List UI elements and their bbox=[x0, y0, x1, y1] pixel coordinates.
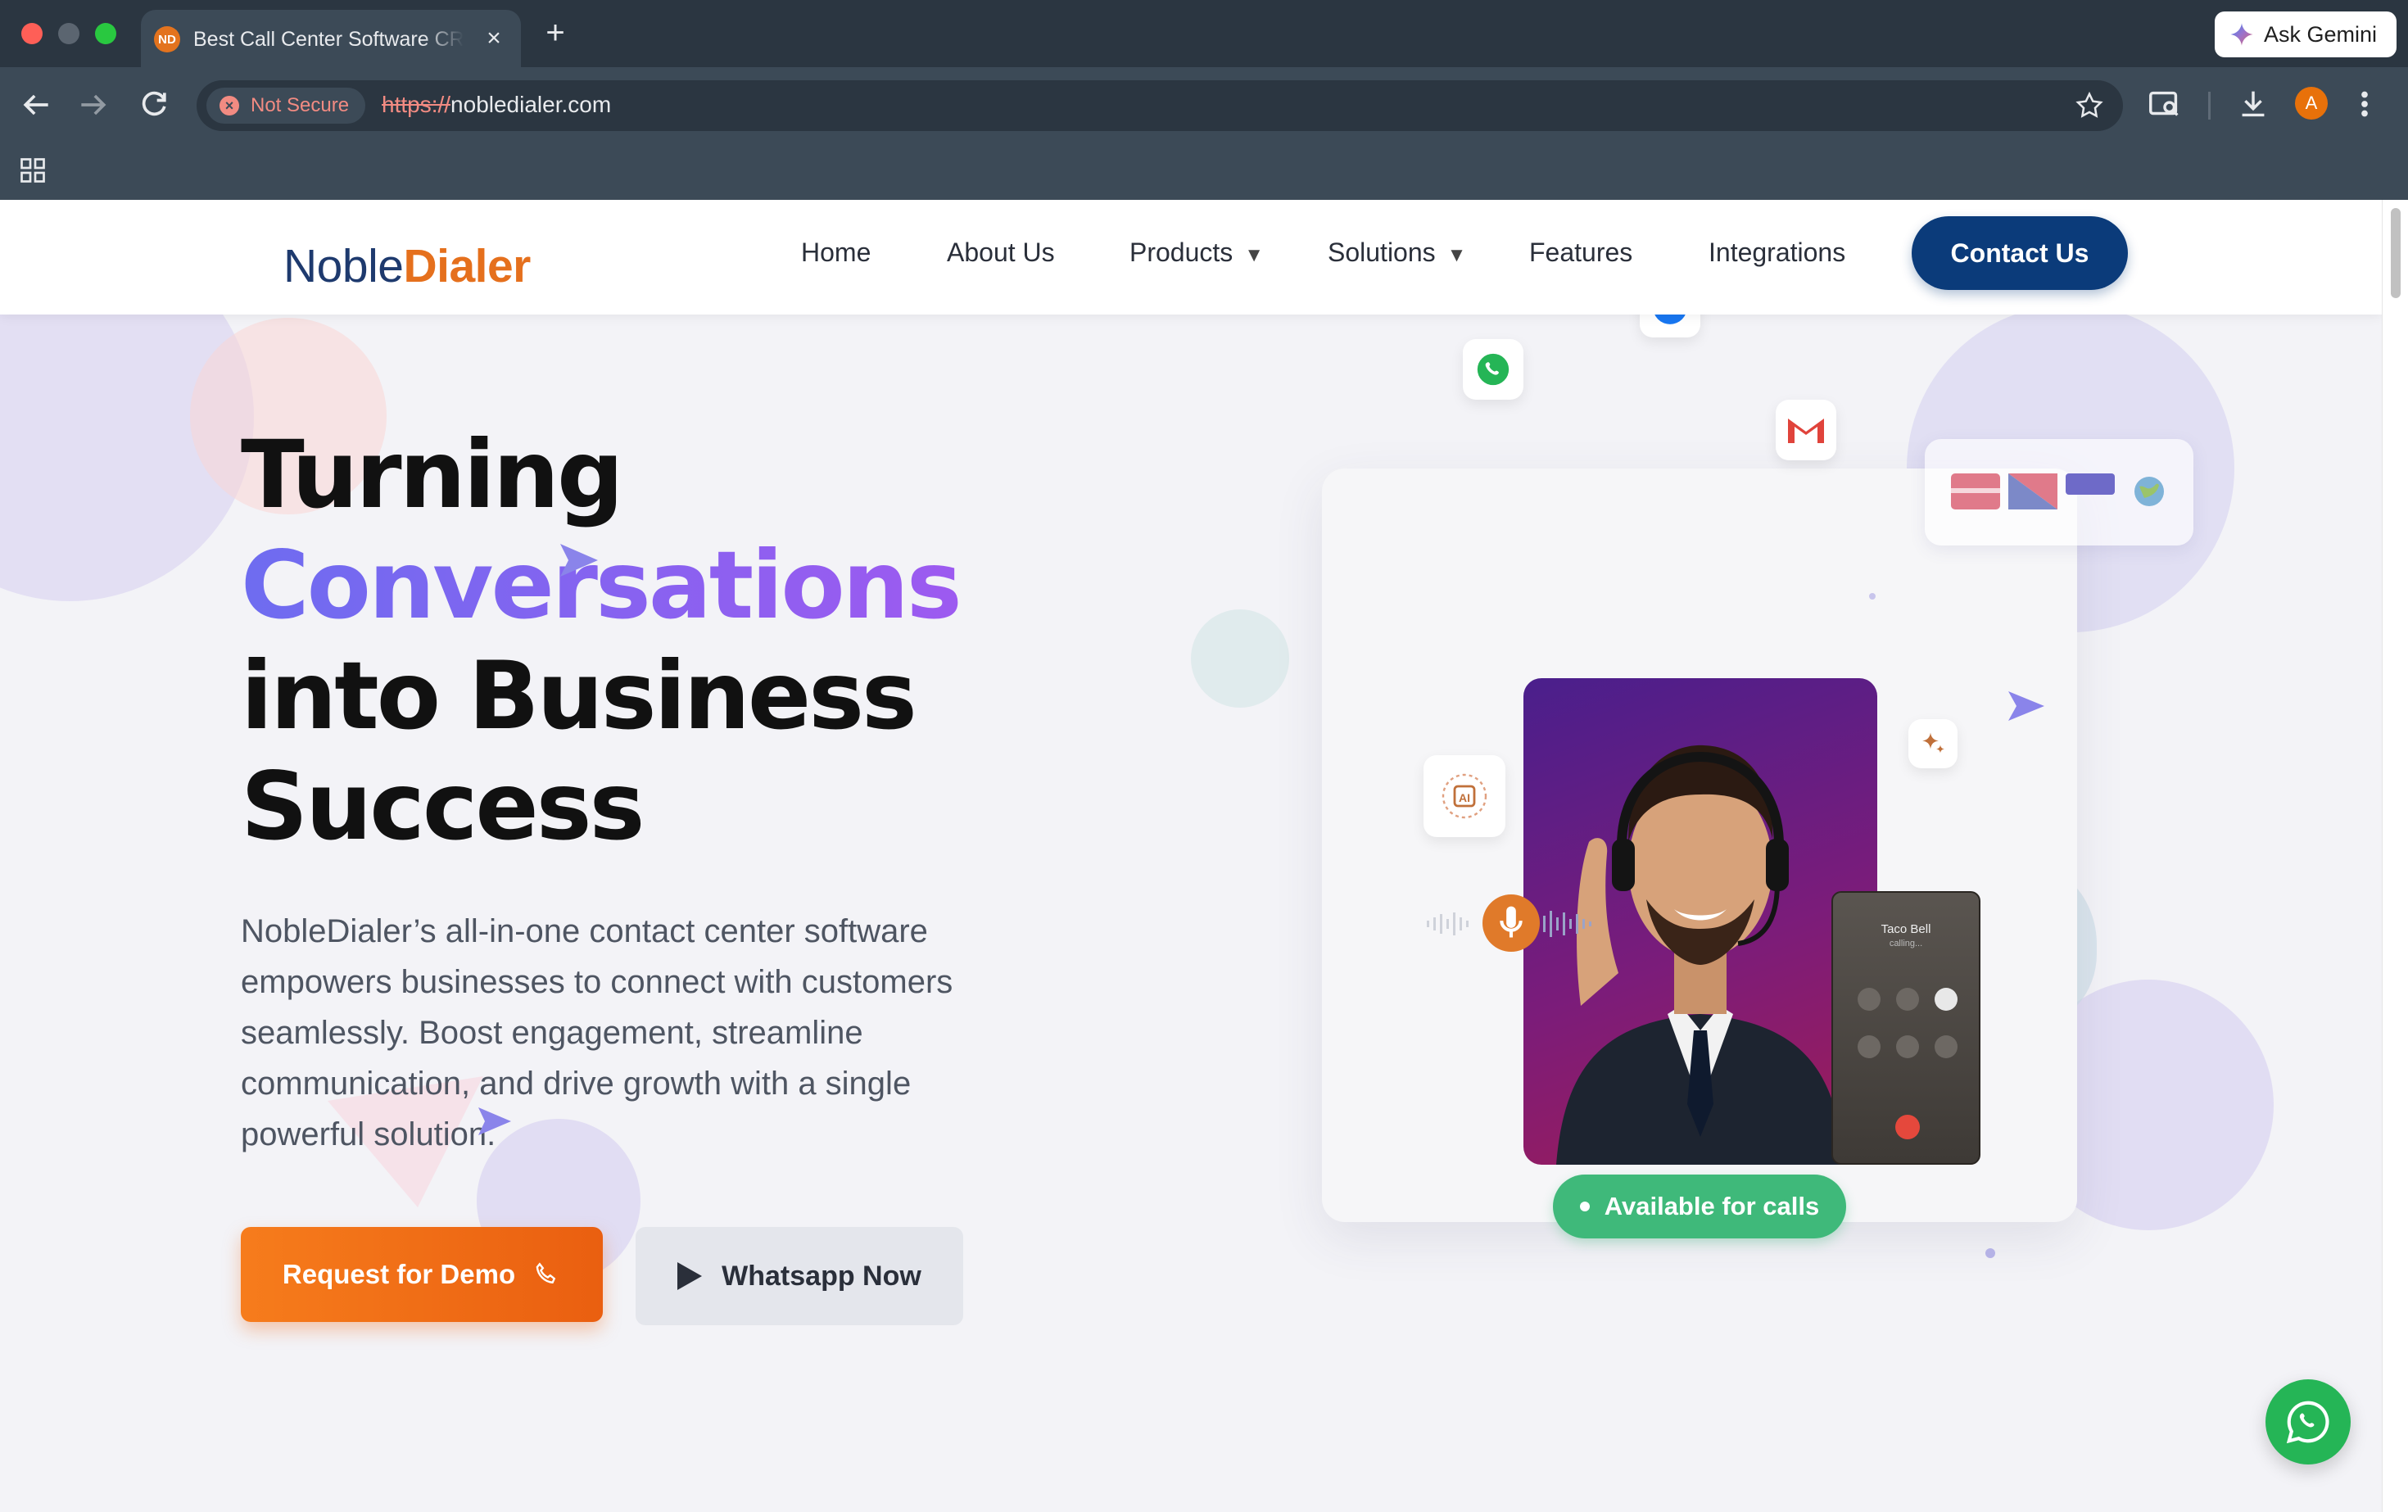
paper-plane-icon bbox=[478, 1107, 511, 1135]
bookmark-star-icon[interactable] bbox=[2074, 90, 2105, 121]
site-favicon-icon: ND bbox=[154, 26, 180, 52]
security-label: Not Secure bbox=[251, 94, 350, 116]
globe-icon bbox=[2134, 477, 2164, 506]
forward-arrow-icon[interactable] bbox=[75, 87, 111, 123]
ask-gemini-label: Ask Gemini bbox=[2264, 21, 2378, 47]
nav-solutions-label: Solutions bbox=[1328, 238, 1436, 267]
hero-title-highlight: Conversations bbox=[241, 531, 962, 640]
decor-dot bbox=[1985, 1248, 1995, 1258]
hero-description: NobleDialer’s all-in-one contact center … bbox=[241, 913, 953, 1152]
gmail-icon bbox=[1776, 400, 1836, 460]
hero-title-line: Turning bbox=[241, 420, 624, 529]
hero-title-line: Success bbox=[241, 752, 645, 861]
url-scheme: https:// bbox=[382, 92, 451, 117]
address-bar[interactable]: × Not Secure https://nobledialer.com bbox=[197, 80, 2123, 131]
play-icon bbox=[677, 1262, 703, 1290]
incoming-call-phone: Taco Bell calling... bbox=[1831, 891, 1980, 1165]
hero-title: Turning Conversations into Business Succ… bbox=[241, 419, 962, 862]
availability-label: Available for calls bbox=[1604, 1192, 1820, 1220]
availability-badge: Available for calls bbox=[1553, 1175, 1846, 1238]
url-host: nobledialer.com bbox=[450, 92, 612, 117]
close-window-button[interactable] bbox=[21, 23, 43, 44]
web-page: NobleDialer Home About Us Products ▼ Solu… bbox=[0, 200, 2382, 1512]
tab-strip: ND Best Call Center Software CRM × + Ask… bbox=[0, 0, 2408, 67]
not-secure-chip[interactable]: × Not Secure bbox=[206, 88, 366, 124]
flag-icon bbox=[2008, 473, 2057, 509]
maximize-window-button[interactable] bbox=[95, 23, 116, 44]
browser-tab-active[interactable]: ND Best Call Center Software CRM × bbox=[141, 10, 521, 67]
tab-title: Best Call Center Software CRM bbox=[193, 28, 464, 51]
kebab-menu-icon[interactable] bbox=[2352, 85, 2377, 123]
close-tab-icon[interactable]: × bbox=[480, 25, 508, 52]
language-flags-panel bbox=[1925, 439, 2193, 545]
audio-wave-icon bbox=[1427, 912, 1469, 935]
nobledialer-logo[interactable]: NobleDialer bbox=[283, 239, 531, 293]
phone-call-status: calling... bbox=[1889, 939, 1923, 948]
apps-grid-icon[interactable] bbox=[18, 156, 48, 185]
nav-solutions[interactable]: Solutions ▼ bbox=[1328, 236, 1466, 269]
whatsapp-now-label: Whatsapp Now bbox=[722, 1260, 921, 1292]
hero-title-line: into Business bbox=[241, 641, 917, 750]
ask-gemini-button[interactable]: Ask Gemini bbox=[2215, 11, 2397, 57]
contact-us-button[interactable]: Contact Us bbox=[1912, 216, 2128, 290]
nav-home[interactable]: Home bbox=[801, 236, 871, 269]
whatsapp-chat-button[interactable] bbox=[2265, 1379, 2351, 1464]
dropdown-caret-icon: ▼ bbox=[1244, 244, 1265, 266]
sparkle-icon bbox=[1908, 719, 1958, 768]
phone-caller-name: Taco Bell bbox=[1881, 922, 1931, 936]
toolbar-divider bbox=[2208, 92, 2211, 120]
new-tab-button[interactable]: + bbox=[537, 15, 573, 51]
request-demo-button[interactable]: Request for Demo bbox=[241, 1227, 603, 1322]
decor-circle bbox=[1191, 609, 1289, 708]
reload-icon[interactable] bbox=[136, 87, 172, 123]
dropdown-caret-icon: ▼ bbox=[1446, 244, 1467, 266]
minimize-window-button[interactable] bbox=[58, 23, 79, 44]
logo-text-noble: Noble bbox=[283, 240, 404, 292]
warning-icon: × bbox=[220, 96, 239, 115]
download-icon[interactable] bbox=[2234, 85, 2272, 123]
ai-chip-icon: AI bbox=[1424, 755, 1505, 837]
audio-wave-icon bbox=[1543, 911, 1591, 937]
phone-icon bbox=[536, 1262, 556, 1284]
scrollbar-thumb[interactable] bbox=[2391, 208, 2401, 298]
whatsapp-icon bbox=[1463, 339, 1523, 400]
cast-search-icon[interactable] bbox=[2146, 85, 2184, 123]
nav-features[interactable]: Features bbox=[1529, 236, 1632, 269]
microphone-icon bbox=[1482, 894, 1540, 952]
profile-avatar[interactable]: A bbox=[2295, 87, 2328, 120]
whatsapp-now-button[interactable]: Whatsapp Now bbox=[636, 1227, 963, 1325]
decor-dot bbox=[1869, 593, 1876, 600]
paper-plane-icon bbox=[2008, 691, 2044, 721]
flag-icon bbox=[2066, 473, 2115, 495]
svg-text:AI: AI bbox=[1459, 791, 1470, 804]
bookmarks-bar bbox=[0, 143, 2408, 200]
status-dot-icon bbox=[1579, 1202, 1590, 1211]
browser-chrome: ND Best Call Center Software CRM × + Ask… bbox=[0, 0, 2408, 200]
flag-icon bbox=[1951, 473, 2000, 509]
nav-products-label: Products bbox=[1129, 238, 1233, 267]
logo-text-dialer: Dialer bbox=[403, 240, 531, 292]
back-arrow-icon[interactable] bbox=[18, 87, 54, 123]
nav-products[interactable]: Products ▼ bbox=[1129, 236, 1264, 269]
nav-about-us[interactable]: About Us bbox=[947, 236, 1055, 269]
page-scrollbar[interactable] bbox=[2382, 200, 2408, 1512]
nav-integrations[interactable]: Integrations bbox=[1709, 236, 1845, 269]
url-text[interactable]: https://nobledialer.com bbox=[382, 92, 611, 118]
site-header: NobleDialer Home About Us Products ▼ Solu… bbox=[0, 200, 2382, 315]
browser-toolbar: × Not Secure https://nobledialer.com A bbox=[0, 67, 2408, 143]
paper-plane-icon bbox=[560, 544, 598, 577]
request-demo-label: Request for Demo bbox=[282, 1259, 516, 1289]
gemini-sparkle-icon bbox=[2230, 23, 2253, 46]
whatsapp-icon bbox=[2286, 1401, 2329, 1444]
